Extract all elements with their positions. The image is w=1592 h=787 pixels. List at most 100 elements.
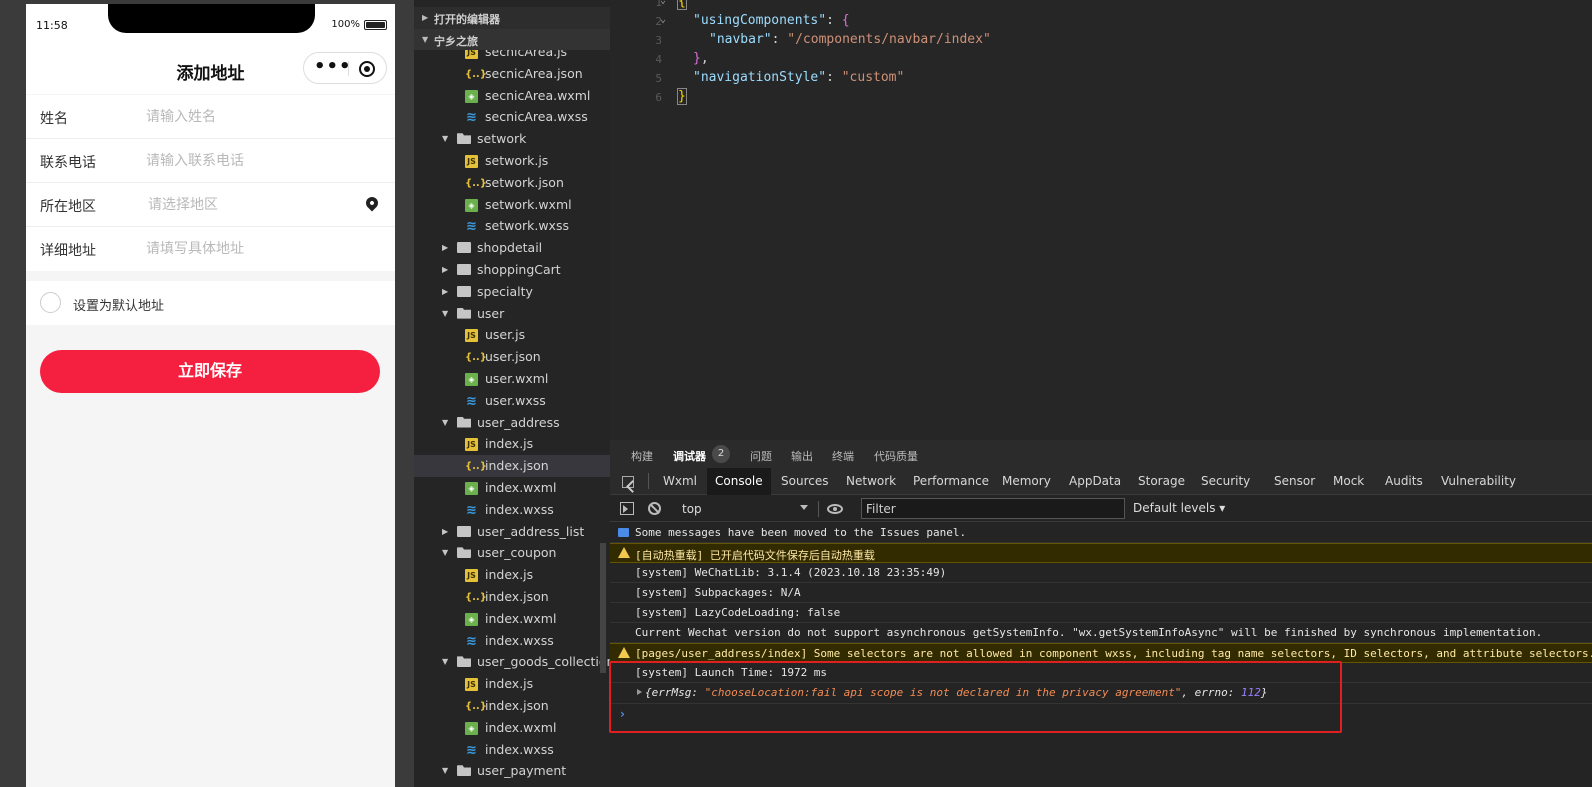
filter-input[interactable]	[861, 498, 1125, 519]
tab-storage[interactable]: Storage	[1138, 474, 1185, 488]
js-file-icon: JS	[465, 154, 478, 168]
tree-folder[interactable]: ▼ user_goods_collection	[414, 651, 610, 673]
tree-folder[interactable]: ▼ user_payment	[414, 760, 610, 782]
tab-code-quality[interactable]: 代码质量	[874, 448, 918, 464]
tree-item-label: user.js	[485, 327, 526, 343]
default-address-row[interactable]: 设置为默认地址	[26, 281, 395, 325]
tree-folder[interactable]: ▼ user_coupon	[414, 542, 610, 564]
tree-file[interactable]: ≋ setwork.wxss	[414, 215, 610, 237]
tab-performance[interactable]: Performance	[913, 474, 989, 488]
expand-caret-icon[interactable]	[637, 689, 642, 695]
open-editors-header[interactable]: ▶ 打开的编辑器	[414, 7, 610, 29]
tree-file[interactable]: {..} setwork.json	[414, 172, 610, 194]
tree-file[interactable]: ◈ index.wxml	[414, 477, 610, 499]
expanded-caret-icon[interactable]: ▼	[442, 418, 448, 427]
tab-terminal[interactable]: 终端	[832, 448, 854, 464]
tree-file[interactable]: ◈ setwork.wxml	[414, 194, 610, 216]
console-prompt[interactable]: ›	[620, 707, 625, 721]
tree-scrollbar[interactable]	[600, 543, 606, 673]
expanded-caret-icon[interactable]: ▼	[442, 766, 448, 775]
tab-debugger[interactable]: 调试器	[673, 448, 706, 464]
region-picker[interactable]	[148, 194, 358, 216]
fold-chevron-icon[interactable]: ⌄	[660, 0, 666, 6]
tree-file[interactable]: {..} index.json	[414, 695, 610, 717]
tree-folder[interactable]: ▼ user	[414, 303, 610, 325]
tree-file[interactable]: ≋ user.wxss	[414, 390, 610, 412]
tree-folder[interactable]: ▼ setwork	[414, 128, 610, 150]
collapsed-caret-icon[interactable]: ▶	[442, 243, 448, 252]
tree-file[interactable]: {..} user.json	[414, 346, 610, 368]
tab-sensor[interactable]: Sensor	[1274, 474, 1315, 488]
tab-build[interactable]: 构建	[631, 448, 653, 464]
collapsed-caret-icon[interactable]: ▶	[442, 287, 448, 296]
tree-folder[interactable]: ▶ specialty	[414, 281, 610, 303]
tree-folder[interactable]: ▶ shoppingCart	[414, 259, 610, 281]
tree-file[interactable]: {..} index.json	[414, 455, 610, 477]
tree-file[interactable]: ≋ secnicArea.wxss	[414, 106, 610, 128]
tree-file[interactable]: {..} secnicArea.json	[414, 63, 610, 85]
default-address-radio[interactable]	[40, 292, 61, 313]
close-miniprogram-icon[interactable]	[359, 61, 375, 77]
divider	[818, 501, 819, 517]
project-name: 宁乡之旅	[434, 35, 478, 48]
tab-audits[interactable]: Audits	[1385, 474, 1423, 488]
context-select[interactable]: top	[674, 499, 814, 519]
expanded-caret-icon[interactable]: ▼	[442, 309, 448, 318]
tab-vulnerability[interactable]: Vulnerability	[1441, 474, 1516, 488]
tree-file[interactable]: ≋ index.wxss	[414, 499, 610, 521]
more-icon[interactable]: •••	[314, 57, 351, 79]
tab-wxml[interactable]: Wxml	[663, 474, 697, 488]
tree-file[interactable]: JS index.js	[414, 673, 610, 695]
menu-capsule: •••	[303, 52, 387, 84]
tree-file[interactable]: ◈ index.wxml	[414, 608, 610, 630]
name-input[interactable]	[146, 106, 356, 128]
save-button[interactable]: 立即保存	[40, 350, 380, 393]
error-object-row[interactable]: {errMsg: "chooseLocation:fail api scope …	[610, 683, 1592, 704]
console-warning: [pages/user_address/index] Some selector…	[610, 643, 1592, 663]
status-time: 11:58	[36, 19, 68, 32]
code-editor[interactable]: 1 ⌄ { 2 ⌄ "usingComponents": { 3 "navbar…	[610, 0, 1592, 440]
project-header[interactable]: ▼ 宁乡之旅	[414, 29, 610, 50]
tab-network[interactable]: Network	[846, 474, 896, 488]
clear-console-icon[interactable]	[648, 502, 661, 515]
location-pin-icon[interactable]	[363, 194, 381, 212]
tree-folder[interactable]: ▶ user_address_list	[414, 521, 610, 543]
tree-item-label: specialty	[477, 283, 533, 299]
tree-file[interactable]: JS setwork.js	[414, 150, 610, 172]
tree-file[interactable]: {..} index.json	[414, 586, 610, 608]
phone-input[interactable]	[146, 150, 356, 172]
tree-file[interactable]: JS index.js	[414, 433, 610, 455]
show-sidebar-icon[interactable]	[620, 502, 634, 515]
log-levels-select[interactable]: Default levels ▾	[1133, 501, 1225, 515]
detail-address-input[interactable]	[146, 238, 356, 260]
expanded-caret-icon[interactable]: ▼	[442, 548, 448, 557]
tree-file[interactable]: ≋ index.wxss	[414, 739, 610, 761]
expanded-caret-icon[interactable]: ▼	[442, 657, 448, 666]
tab-issues[interactable]: 问题	[750, 448, 772, 464]
tab-security[interactable]: Security	[1201, 474, 1250, 488]
tree-file[interactable]: JS user.js	[414, 324, 610, 346]
console-message-text: [system] LazyCodeLoading: false	[635, 606, 841, 619]
tab-appdata[interactable]: AppData	[1069, 474, 1121, 488]
tree-file[interactable]: ≋ index.wxss	[414, 630, 610, 652]
tree-folder[interactable]: ▶ shopdetail	[414, 237, 610, 259]
tree-item-label: index.wxss	[485, 632, 554, 648]
line-number: 2	[655, 15, 662, 28]
address-form: 姓名 联系电话 所在地区 详细地址	[26, 95, 395, 271]
collapsed-caret-icon[interactable]: ▶	[442, 527, 448, 536]
fold-chevron-icon[interactable]: ⌄	[660, 14, 666, 25]
tree-file[interactable]: ◈ secnicArea.wxml	[414, 85, 610, 107]
live-expression-eye-icon[interactable]	[827, 504, 843, 514]
tab-mock[interactable]: Mock	[1333, 474, 1364, 488]
collapsed-caret-icon[interactable]: ▶	[442, 265, 448, 274]
inspect-element-icon[interactable]	[622, 476, 634, 488]
tab-sources[interactable]: Sources	[781, 474, 828, 488]
tree-file[interactable]: JS index.js	[414, 564, 610, 586]
tab-memory[interactable]: Memory	[1002, 474, 1051, 488]
expanded-caret-icon[interactable]: ▼	[442, 134, 448, 143]
tree-file[interactable]: ◈ index.wxml	[414, 717, 610, 739]
tree-file[interactable]: ◈ user.wxml	[414, 368, 610, 390]
tab-output[interactable]: 输出	[791, 448, 813, 464]
tab-console[interactable]: Console	[707, 468, 771, 495]
tree-folder[interactable]: ▼ user_address	[414, 412, 610, 434]
